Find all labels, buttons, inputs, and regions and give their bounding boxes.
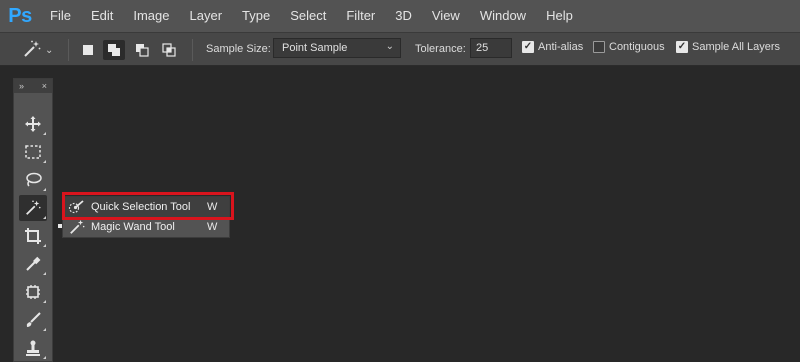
subtract-from-selection-button[interactable]	[131, 40, 153, 60]
menu-image[interactable]: Image	[123, 0, 179, 32]
menu-file[interactable]: File	[40, 0, 81, 32]
flyout-item-magic-wand[interactable]: Magic Wand Tool W	[63, 217, 229, 237]
shortcut-key: W	[207, 221, 218, 233]
menu-edit[interactable]: Edit	[81, 0, 123, 32]
tolerance-label: Tolerance:	[415, 43, 466, 55]
divider	[192, 39, 193, 61]
crop-icon	[25, 228, 41, 244]
photoshop-logo: Ps	[8, 4, 32, 27]
sample-all-layers-checkbox[interactable]: ✓	[676, 41, 688, 53]
menu-type[interactable]: Type	[232, 0, 280, 32]
sample-all-layers-label: Sample All Layers	[692, 41, 781, 53]
anti-alias-checkbox[interactable]: ✓	[522, 41, 534, 53]
chevron-down-icon: ⌄	[45, 44, 54, 56]
menu-help[interactable]: Help	[536, 0, 583, 32]
move-icon	[25, 116, 41, 132]
add-to-selection-button[interactable]	[103, 40, 125, 60]
sample-size-value: Point Sample	[282, 42, 348, 54]
brush-icon	[26, 312, 41, 327]
magic-wand-icon	[22, 39, 42, 62]
marquee-tool[interactable]	[19, 139, 47, 165]
menu-filter[interactable]: Filter	[336, 0, 385, 32]
new-selection-button[interactable]	[77, 40, 99, 60]
menu-bar: Ps File Edit Image Layer Type Select Fil…	[0, 0, 800, 32]
menu-3d[interactable]: 3D	[385, 0, 422, 32]
close-icon[interactable]: ×	[42, 81, 47, 91]
menu-layer[interactable]: Layer	[180, 0, 233, 32]
highlight-annotation	[62, 192, 234, 220]
menu-window[interactable]: Window	[470, 0, 536, 32]
menu-view[interactable]: View	[422, 0, 470, 32]
lasso-tool[interactable]	[19, 167, 47, 193]
stamp-tool[interactable]	[19, 335, 47, 361]
eyedropper-icon	[26, 256, 41, 271]
intersect-selection-button[interactable]	[158, 40, 180, 60]
crop-tool[interactable]	[19, 223, 47, 249]
menu-select[interactable]: Select	[280, 0, 336, 32]
magic-wand-icon	[26, 200, 41, 215]
anti-alias-label: Anti-alias	[538, 41, 584, 53]
chevron-down-icon: ⌄	[385, 41, 394, 52]
healing-brush-tool[interactable]	[19, 279, 47, 305]
active-tool-bullet	[58, 224, 62, 228]
tools-panel: » ×	[13, 78, 53, 362]
move-tool[interactable]	[19, 111, 47, 137]
magic-wand-icon	[63, 219, 91, 235]
lasso-icon	[26, 172, 42, 187]
sample-size-select[interactable]: Point Sample ⌄	[273, 38, 401, 58]
magic-wand-tool[interactable]	[19, 195, 47, 221]
rectangular-marquee-icon	[25, 145, 41, 159]
flyout-item-label: Magic Wand Tool	[91, 221, 175, 233]
healing-brush-icon	[26, 285, 40, 299]
clone-stamp-icon	[26, 340, 40, 356]
contiguous-checkbox[interactable]	[593, 41, 605, 53]
eyedropper-tool[interactable]	[19, 251, 47, 277]
tolerance-input[interactable]: 25	[470, 38, 512, 58]
collapse-icon[interactable]: »	[19, 81, 24, 91]
brush-tool[interactable]	[19, 307, 47, 333]
contiguous-label: Contiguous	[609, 41, 665, 53]
divider	[68, 39, 69, 61]
tools-panel-header: » ×	[14, 79, 52, 93]
tool-preset-picker[interactable]: ⌄	[22, 39, 58, 61]
sample-size-label: Sample Size:	[206, 43, 271, 55]
